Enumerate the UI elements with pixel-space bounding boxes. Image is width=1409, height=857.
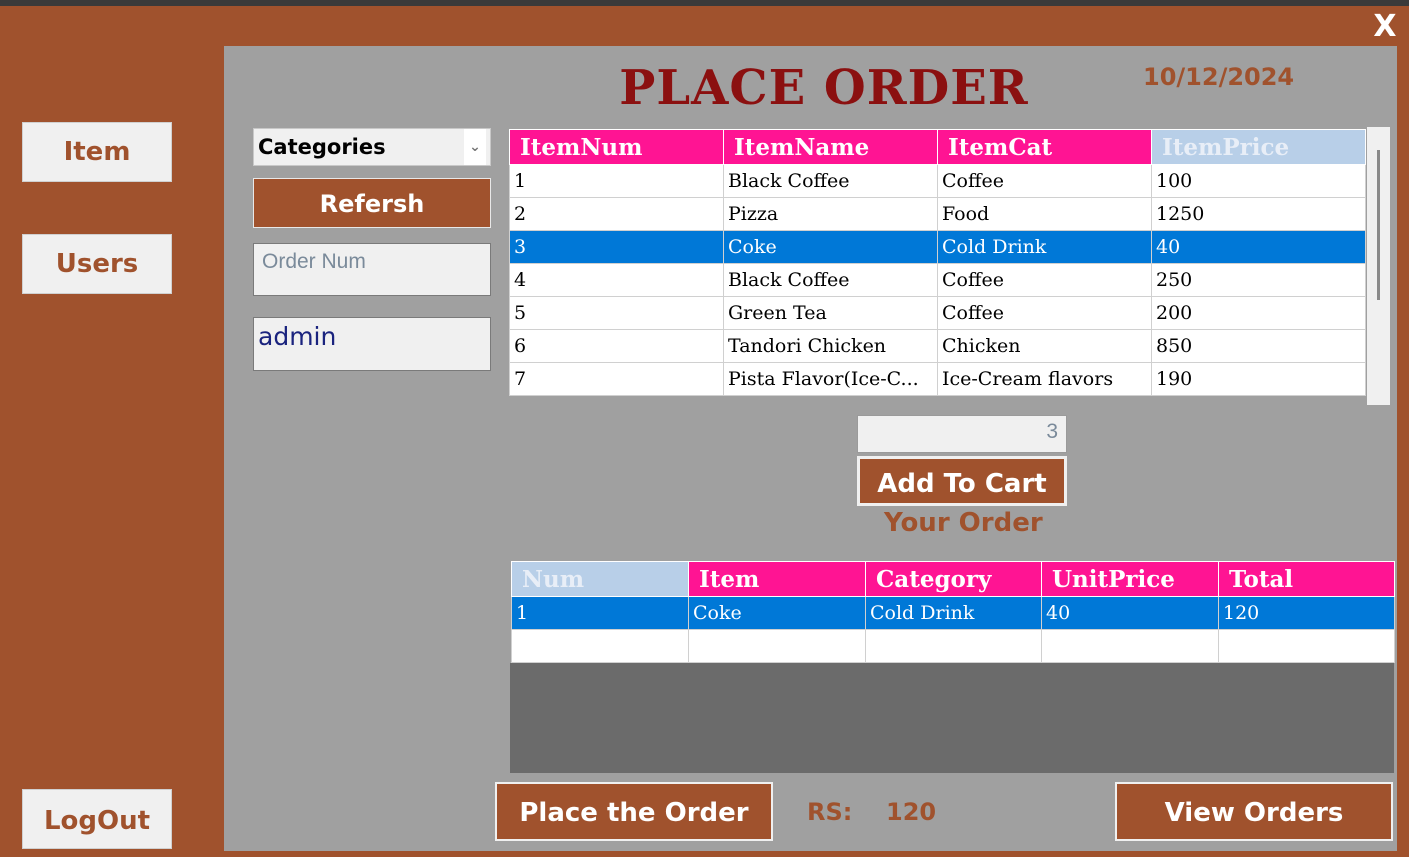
- table-row-new[interactable]: [511, 629, 1395, 663]
- logout-button[interactable]: LogOut: [22, 789, 172, 849]
- add-to-cart-button[interactable]: Add To Cart: [857, 456, 1067, 506]
- cell[interactable]: 190: [1151, 362, 1366, 396]
- cell[interactable]: Coffee: [937, 164, 1152, 198]
- category-select[interactable]: Categories ⌄: [253, 128, 491, 166]
- cell[interactable]: 100: [1151, 164, 1366, 198]
- cell[interactable]: Cold Drink: [865, 596, 1042, 630]
- table-row[interactable]: 4 Black Coffee Coffee 250: [509, 263, 1366, 297]
- cell[interactable]: 2: [509, 197, 724, 231]
- cell[interactable]: [688, 629, 866, 663]
- column-header[interactable]: ItemPrice: [1151, 129, 1366, 165]
- order-table-header: Num Item Category UnitPrice Total: [511, 561, 1395, 597]
- items-table-header: ItemNum ItemName ItemCat ItemPrice: [509, 129, 1366, 165]
- cell[interactable]: [511, 629, 689, 663]
- table-row[interactable]: 1 Black Coffee Coffee 100: [509, 164, 1366, 198]
- cell[interactable]: [1041, 629, 1219, 663]
- close-icon[interactable]: X: [1368, 10, 1402, 44]
- cell[interactable]: [865, 629, 1042, 663]
- cell[interactable]: Black Coffee: [723, 263, 938, 297]
- column-header[interactable]: Num: [511, 561, 689, 597]
- quantity-value: 3: [1046, 420, 1058, 443]
- cell[interactable]: Pista Flavor(Ice-C...: [723, 362, 938, 396]
- cell[interactable]: 7: [509, 362, 724, 396]
- table-row-selected[interactable]: 1 Coke Cold Drink 40 120: [511, 596, 1395, 630]
- cell[interactable]: 4: [509, 263, 724, 297]
- table-row[interactable]: 6 Tandori Chicken Chicken 850: [509, 329, 1366, 363]
- cell[interactable]: Ice-Cream flavors: [937, 362, 1152, 396]
- view-orders-button[interactable]: View Orders: [1115, 782, 1393, 841]
- column-header[interactable]: ItemNum: [509, 129, 724, 165]
- table-row-selected[interactable]: 3 Coke Cold Drink 40: [509, 230, 1366, 264]
- table-row[interactable]: 5 Green Tea Coffee 200: [509, 296, 1366, 330]
- cell[interactable]: Chicken: [937, 329, 1152, 363]
- cell[interactable]: 1: [509, 164, 724, 198]
- table-row[interactable]: 2 Pizza Food 1250: [509, 197, 1366, 231]
- user-field[interactable]: admin: [253, 317, 491, 371]
- items-scrollbar-thumb[interactable]: [1377, 150, 1380, 300]
- cell[interactable]: [1218, 629, 1395, 663]
- cell[interactable]: Cold Drink: [937, 230, 1152, 264]
- refresh-button[interactable]: Refersh: [253, 178, 491, 228]
- column-header[interactable]: Total: [1218, 561, 1395, 597]
- cell[interactable]: Pizza: [723, 197, 938, 231]
- chevron-down-icon[interactable]: ⌄: [464, 129, 486, 165]
- cell[interactable]: 40: [1041, 596, 1219, 630]
- items-table[interactable]: ItemNum ItemName ItemCat ItemPrice 1 Bla…: [509, 129, 1366, 396]
- cell[interactable]: Black Coffee: [723, 164, 938, 198]
- column-header[interactable]: UnitPrice: [1041, 561, 1219, 597]
- page-title: PLACE ORDER: [619, 60, 1029, 116]
- items-table-clip: [509, 397, 1367, 405]
- quantity-field[interactable]: 3: [857, 415, 1067, 453]
- cell[interactable]: 3: [509, 230, 724, 264]
- place-order-button[interactable]: Place the Order: [495, 782, 773, 841]
- order-total-value: 120: [886, 798, 937, 826]
- category-select-value: Categories: [258, 135, 386, 159]
- cell[interactable]: 5: [509, 296, 724, 330]
- cell[interactable]: 1: [511, 596, 689, 630]
- cell[interactable]: Coke: [688, 596, 866, 630]
- cell[interactable]: 250: [1151, 263, 1366, 297]
- cell[interactable]: Food: [937, 197, 1152, 231]
- cell[interactable]: Coffee: [937, 296, 1152, 330]
- column-header[interactable]: ItemName: [723, 129, 938, 165]
- order-table[interactable]: Num Item Category UnitPrice Total 1 Coke…: [511, 561, 1395, 663]
- cell[interactable]: 120: [1218, 596, 1395, 630]
- date-label: 10/12/2024: [1143, 63, 1295, 91]
- cell[interactable]: Coffee: [937, 263, 1152, 297]
- cell[interactable]: 850: [1151, 329, 1366, 363]
- column-header[interactable]: ItemCat: [937, 129, 1152, 165]
- cell[interactable]: 6: [509, 329, 724, 363]
- cell[interactable]: 1250: [1151, 197, 1366, 231]
- cell[interactable]: Coke: [723, 230, 938, 264]
- cell[interactable]: 40: [1151, 230, 1366, 264]
- table-row[interactable]: 7 Pista Flavor(Ice-C... Ice-Cream flavor…: [509, 362, 1366, 396]
- rs-label: RS:: [807, 798, 853, 826]
- cell[interactable]: Green Tea: [723, 296, 938, 330]
- cell[interactable]: Tandori Chicken: [723, 329, 938, 363]
- order-num-placeholder: Order Num: [262, 250, 366, 273]
- column-header[interactable]: Item: [688, 561, 866, 597]
- item-button[interactable]: Item: [22, 122, 172, 182]
- user-field-value: admin: [258, 322, 337, 351]
- order-table-empty-area: [510, 663, 1394, 773]
- column-header[interactable]: Category: [865, 561, 1042, 597]
- cell[interactable]: 200: [1151, 296, 1366, 330]
- your-order-label: Your Order: [884, 508, 1043, 538]
- users-button[interactable]: Users: [22, 234, 172, 294]
- order-num-field[interactable]: Order Num: [253, 243, 491, 296]
